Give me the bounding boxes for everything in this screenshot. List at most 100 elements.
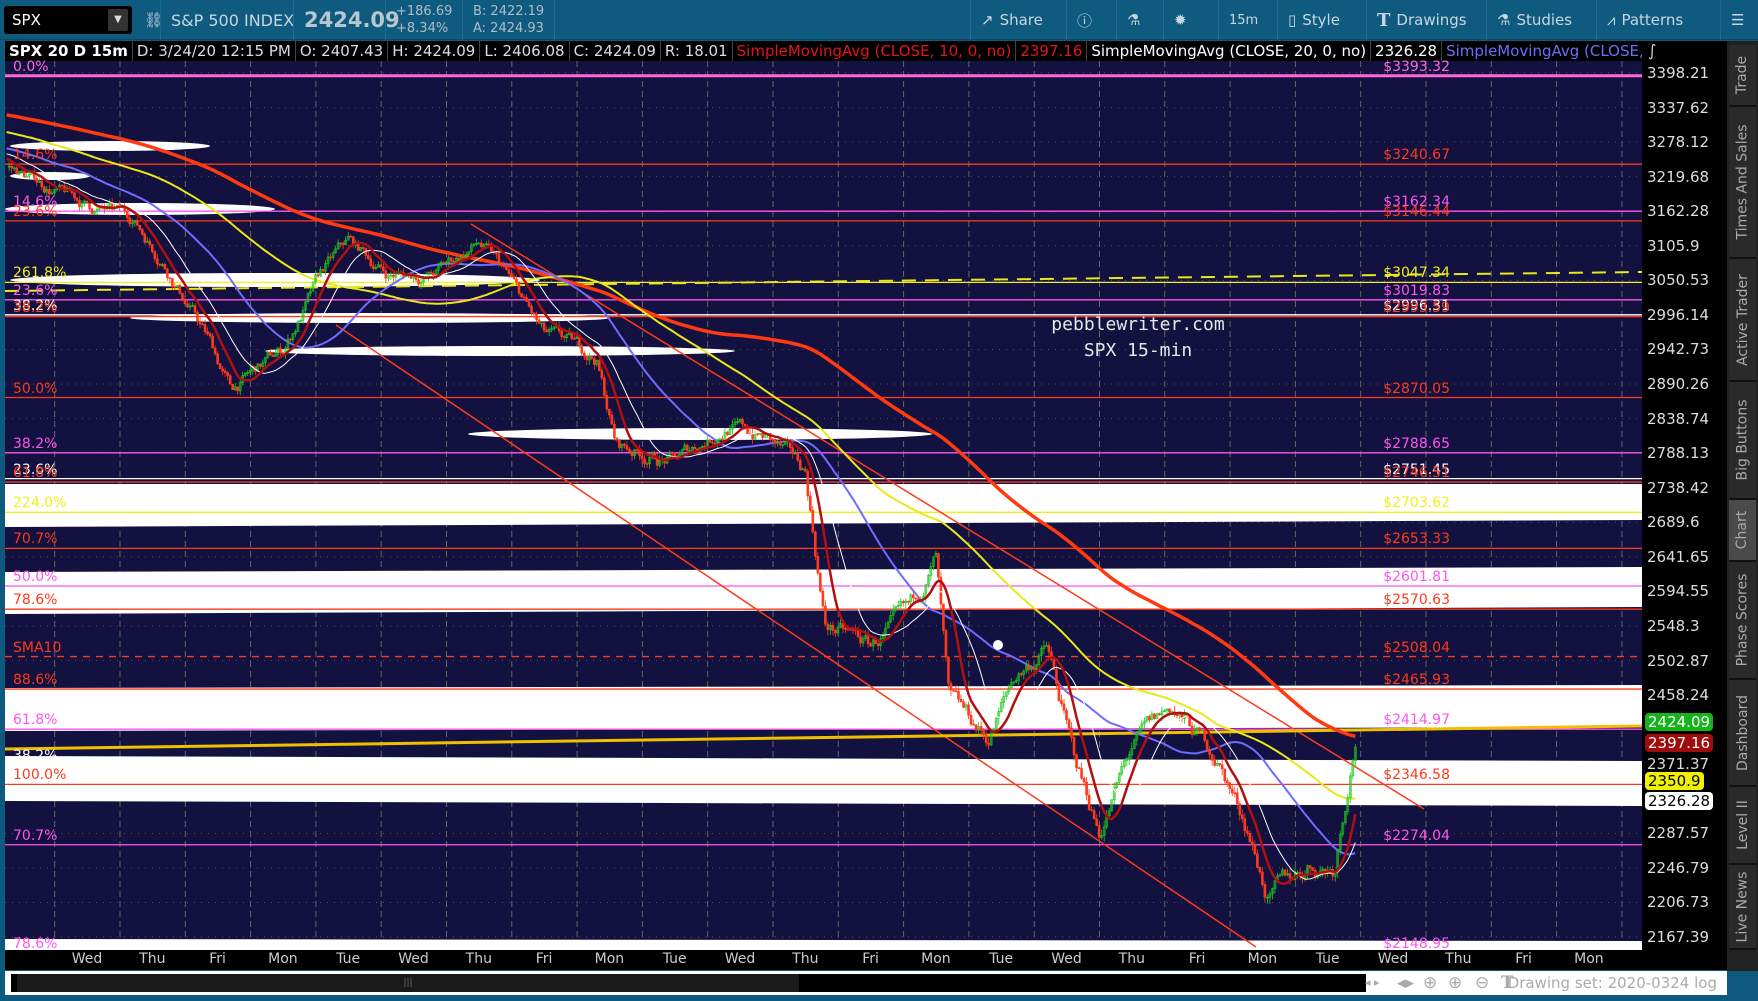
study-sma50-label[interactable]: SimpleMovingAvg (CLOSE, 50,... [1442,41,1642,61]
sidebar-tab-trade[interactable]: Trade [1729,45,1756,107]
date-axis-label: Wed [71,951,103,967]
menu-list-icon: ☰ [1731,11,1745,29]
timeframe-button[interactable]: 15m [1218,0,1268,40]
candle [600,370,604,379]
style-button[interactable]: ▯ Style [1277,0,1350,40]
price-badge: 2424.09 [1645,712,1714,731]
candle [906,600,910,603]
candle [1223,768,1227,781]
study-sma20-label[interactable]: SimpleMovingAvg (CLOSE, 20, 0, no) [1087,41,1372,61]
patterns-button[interactable]: ⩘ Patterns [1596,0,1693,40]
scroll-thumb[interactable]: ||| [17,974,799,992]
candle [969,714,973,725]
date-axis-label: Mon [1247,951,1278,967]
candle [959,698,963,703]
ask: A: 2424.93 [473,21,544,36]
fib-level-pct: SMA10 [13,639,62,656]
candle [972,723,975,726]
candle [1095,818,1098,827]
candle [1047,645,1051,653]
candle [379,264,383,268]
candle [1168,708,1171,713]
candle [520,293,523,298]
study-sma10-label[interactable]: SimpleMovingAvg (CLOSE, 10, 0, no) [733,41,1017,61]
candle [85,200,89,204]
candle [341,242,345,246]
instrument-name: S&P 500 INDEX [160,0,304,40]
candle [809,495,812,511]
candle [414,276,418,281]
horizontal-scrollbar[interactable]: ||| [11,974,1366,992]
candle [148,240,152,245]
sidebar-tab-dashboard[interactable]: Dashboard [1729,680,1756,787]
date-axis-label: Thu [139,951,166,967]
price-badge: 2397.16 [1645,734,1714,753]
flask-button[interactable]: ⚗ [1116,0,1150,40]
studies-button[interactable]: ⚗ Studies [1486,0,1582,40]
date-axis-label: Wed [724,951,756,967]
candle [610,414,614,425]
candle [181,293,184,301]
date-axis-label: Mon [1574,951,1604,967]
candle [1218,763,1222,766]
candle [957,690,960,700]
candle [615,437,619,441]
scroll-arrows-icon[interactable]: ◂ ▸ [1365,976,1380,989]
info-button[interactable]: ⓘ [1066,0,1102,40]
sidebar-tab-label: Trade [1734,55,1751,95]
candle [954,690,958,693]
crosshair-icon[interactable]: ⊕ [1423,973,1437,993]
candle [1065,710,1068,720]
candle [778,441,782,446]
sidebar-tab-level-ii[interactable]: Level II [1729,787,1756,865]
candle [1213,759,1216,766]
candle [281,352,285,355]
candle [527,301,531,307]
scale-icon[interactable]: ∫ [1648,41,1656,60]
bar-close: C: 2424.09 [570,41,661,61]
zoom-out-icon[interactable]: ⊖ [1475,973,1489,993]
sidebar-tab-big-buttons[interactable]: Big Buttons [1729,382,1756,500]
candle [791,447,795,455]
fib-level-pct: 38.2% [13,747,58,764]
chevron-down-icon[interactable]: ▼ [108,9,128,31]
watermark-site: pebblewriter.com [1051,314,1225,335]
bid: B: 2422.19 [473,4,545,19]
sidebar-tab-times-and-sales[interactable]: Times And Sales [1729,107,1756,259]
menu-button[interactable]: ☰ [1720,0,1754,40]
time-axis[interactable]: Wed Thu Fri Mon Tue Wed Thu Fri Mon Tue Wed Thu Fri M… [5,950,1642,970]
candle [1248,832,1252,843]
sidebar-tab-chart[interactable]: Chart [1729,500,1756,562]
candle [796,452,800,461]
settings-button[interactable]: ✹ [1163,0,1197,40]
share-button[interactable]: ↗ Share [970,0,1053,40]
bar-range: R: 18.01 [661,41,733,61]
symbol-selector[interactable]: SPX ▼ [4,6,132,34]
candle [43,186,46,193]
expand-icon[interactable]: ◂▸ [1397,973,1414,993]
text-t-icon: T [1377,9,1391,31]
sidebar-tab-phase-scores[interactable]: Phase Scores [1729,562,1756,680]
fib-level-price: $2346.58 [1383,767,1450,784]
candle [231,383,234,391]
candle [269,351,272,356]
sidebar-tab-active-trader[interactable]: Active Trader [1729,259,1756,382]
candle [366,255,370,259]
candle [522,296,526,299]
price-badge: 2350.9 [1645,771,1704,790]
date-axis-label: Thu [1445,951,1472,967]
candle [1080,768,1083,779]
candle [60,184,64,187]
price-chart[interactable]: 0.0% $3393.32 14.6% $3240.67 14.6% $3162.34 23… [5,59,1642,952]
candle [510,273,513,277]
candle [417,279,420,285]
drawing-set-selector[interactable]: Drawing set: 2020-0324 log [1508,974,1717,992]
candle [429,271,433,274]
bar-low: L: 2406.08 [480,41,570,61]
price-axis[interactable]: ∫ 3398.21 3337.62 3278.12 3219.68 3162.28 310… [1642,41,1727,970]
zoom-in-icon[interactable]: ⊕ [1448,973,1462,993]
fib-fan-arc [265,346,735,356]
drawings-button[interactable]: T Drawings [1366,0,1477,40]
candle [826,623,830,631]
sidebar-tab-live-news[interactable]: Live News [1729,865,1756,950]
